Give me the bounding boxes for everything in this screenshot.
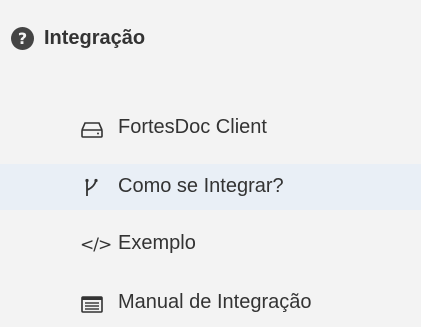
list-icon <box>81 296 103 313</box>
help-circle-icon: ? <box>11 27 34 50</box>
drive-icon <box>81 122 103 138</box>
menu-item-label: FortesDoc Client <box>118 116 267 138</box>
menu-item-label: Manual de Integração <box>118 291 312 313</box>
section-title: Integração <box>44 27 146 49</box>
menu-item-label: Como se Integrar? <box>118 175 284 197</box>
code-icon: </> <box>80 235 112 255</box>
menu-item-label: Exemplo <box>118 232 196 254</box>
menu-item-fortesdoc-client[interactable]: FortesDoc Client <box>0 105 421 151</box>
fork-icon <box>85 178 98 196</box>
sidebar-menu: ? Integração FortesDoc Client Como se In… <box>0 0 421 327</box>
section-header-integracao[interactable]: ? Integração <box>0 18 421 58</box>
menu-item-manual-de-integracao[interactable]: Manual de Integração <box>0 280 421 326</box>
menu-item-como-se-integrar[interactable]: Como se Integrar? <box>0 164 421 210</box>
menu-item-exemplo[interactable]: </> Exemplo <box>0 221 421 267</box>
